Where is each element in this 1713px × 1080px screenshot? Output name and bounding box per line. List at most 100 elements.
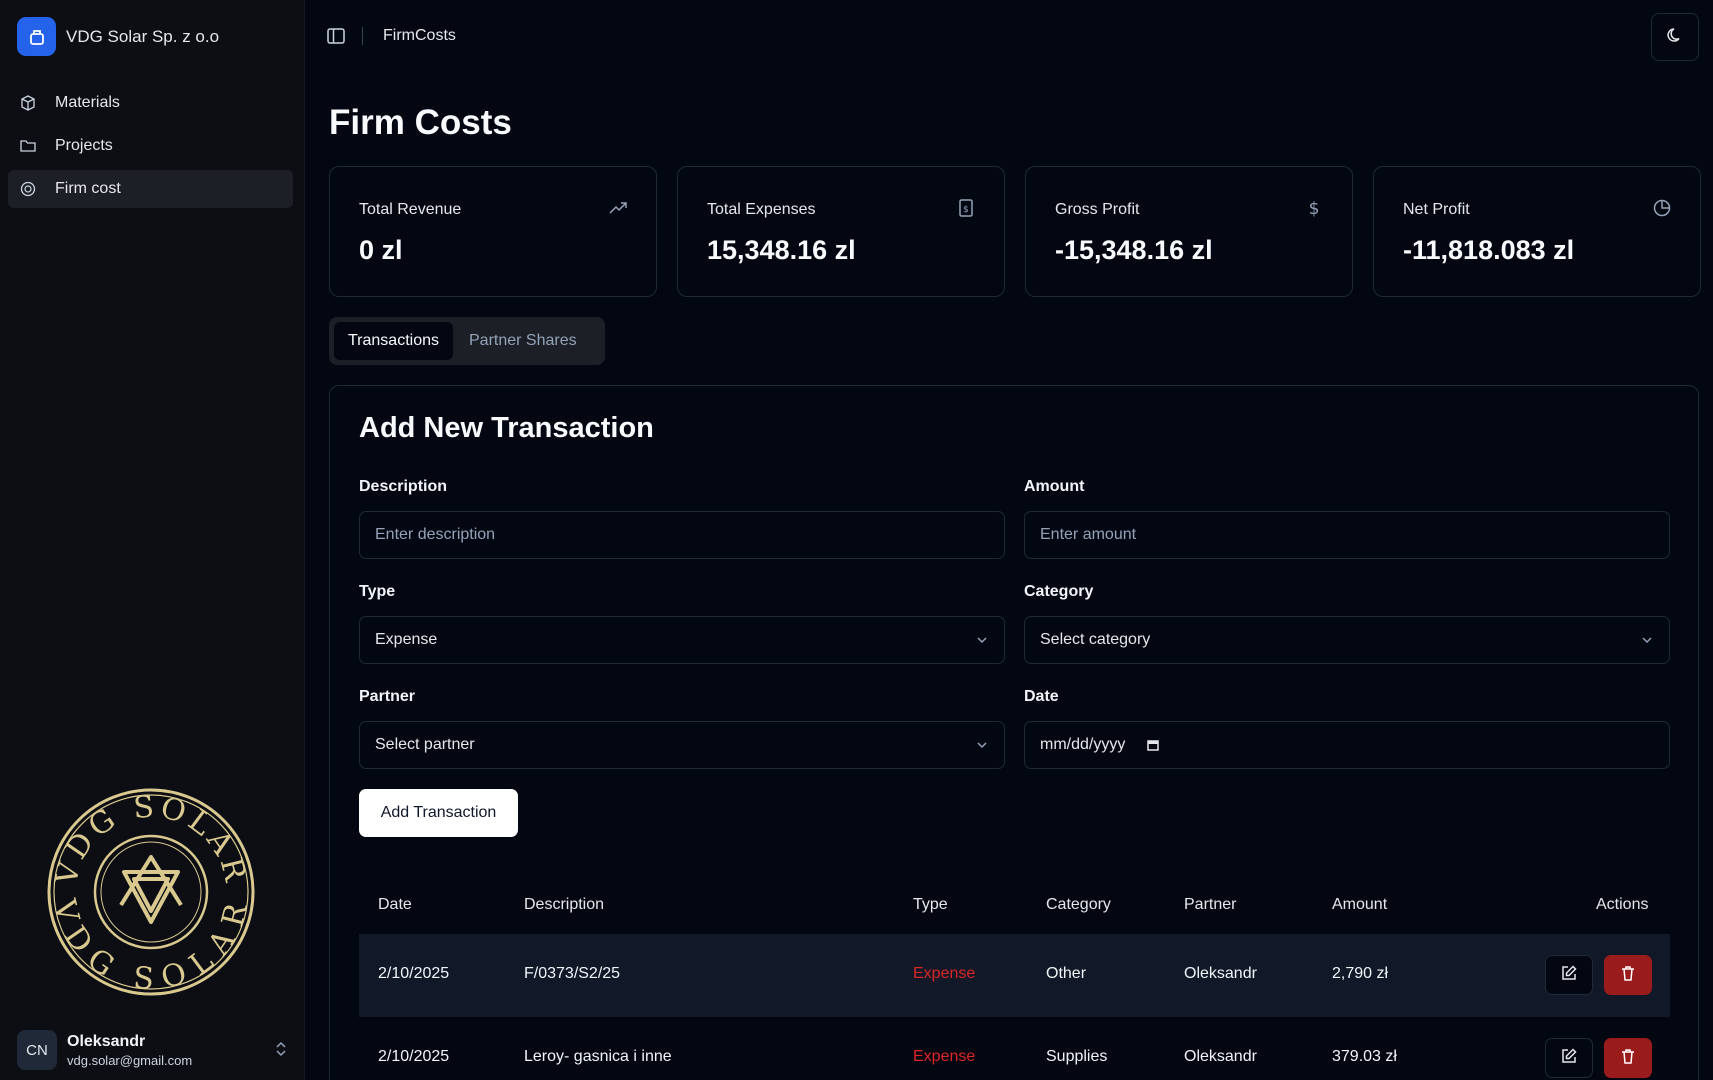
cell-description: Leroy- gasnica i inne [524, 1048, 672, 1065]
chevron-down-icon [975, 738, 989, 752]
description-label: Description [359, 478, 448, 495]
brand[interactable]: VDG Solar Sp. z o.o [17, 17, 219, 56]
sidebar: VDG Solar Sp. z o.o Materials Projects F… [0, 0, 305, 1080]
cell-description: F/0373/S2/25 [524, 965, 621, 982]
delete-button[interactable] [1604, 955, 1652, 995]
date-input[interactable]: mm/dd/yyyy [1024, 721, 1670, 769]
stat-cards: Total Revenue 0 zl Total Expenses 15,348… [329, 166, 1701, 297]
sidebar-item-firm-cost[interactable]: Firm cost [8, 170, 293, 208]
type-select-value: Expense [375, 631, 438, 648]
sidebar-item-label: Firm cost [55, 180, 121, 197]
receipt-icon: $ [956, 198, 976, 218]
page-title: Firm Costs [329, 103, 512, 142]
description-input[interactable]: Enter description [359, 511, 1005, 559]
topbar-divider [362, 27, 363, 45]
delete-button[interactable] [1604, 1038, 1652, 1078]
column-header-partner: Partner [1184, 896, 1237, 913]
transactions-table: Date Description Type Category Partner A… [359, 874, 1670, 1080]
coin-icon [19, 180, 37, 198]
cell-date: 2/10/2025 [378, 1048, 450, 1065]
card-label: Gross Profit [1055, 201, 1140, 218]
partner-label: Partner [359, 688, 416, 705]
cell-type: Expense [913, 965, 976, 982]
amount-input[interactable]: Enter amount [1024, 511, 1670, 559]
trash-icon [1619, 964, 1637, 986]
sidebar-item-materials[interactable]: Materials [8, 84, 293, 122]
svg-text:$: $ [963, 205, 969, 215]
folder-icon [19, 137, 37, 155]
amount-label: Amount [1024, 478, 1085, 495]
card-value: -15,348.16 zl [1055, 235, 1213, 265]
column-header-description: Description [524, 896, 605, 913]
sidebar-item-projects[interactable]: Projects [8, 127, 293, 165]
chevron-down-icon [975, 633, 989, 647]
edit-icon [1560, 1047, 1578, 1069]
date-label: Date [1024, 688, 1059, 705]
cell-category: Supplies [1046, 1048, 1108, 1065]
table-row[interactable]: 2/10/2025 F/0373/S2/25 Expense Other Ole… [359, 934, 1670, 1017]
column-header-amount: Amount [1332, 896, 1388, 913]
cell-amount: 379.03 zł [1332, 1048, 1397, 1065]
category-label: Category [1024, 583, 1094, 600]
tab-partner-shares[interactable]: Partner Shares [455, 322, 591, 360]
edit-button[interactable] [1545, 1038, 1593, 1078]
total-expenses-card: Total Expenses 15,348.16 zl $ [677, 166, 1005, 297]
cell-partner: Oleksandr [1184, 965, 1257, 982]
card-label: Net Profit [1403, 201, 1470, 218]
user-email: vdg.solar@gmail.com [67, 1052, 193, 1068]
edit-icon [1560, 964, 1578, 986]
sidebar-item-label: Materials [55, 94, 120, 111]
brand-name: VDG Solar Sp. z o.o [66, 26, 220, 46]
column-header-actions: Actions [1596, 896, 1649, 913]
tabs: Transactions Partner Shares [329, 317, 605, 365]
category-select-value: Select category [1040, 631, 1151, 648]
panel-title: Add New Transaction [359, 412, 654, 444]
cell-partner: Oleksandr [1184, 1048, 1257, 1065]
cell-category: Other [1046, 965, 1087, 982]
sidebar-item-label: Projects [55, 137, 113, 154]
total-revenue-card: Total Revenue 0 zl [329, 166, 657, 297]
net-profit-card: Net Profit -11,818.083 zl [1373, 166, 1701, 297]
svg-text:VDG SOLAR: VDG SOLAR [49, 789, 254, 889]
type-select[interactable]: Expense [359, 616, 1005, 664]
trash-icon [1619, 1047, 1637, 1069]
category-select[interactable]: Select category [1024, 616, 1670, 664]
chevron-down-icon [1640, 633, 1654, 647]
table-row[interactable]: 2/10/2025 Leroy- gasnica i inne Expense … [359, 1017, 1670, 1080]
brand-logo-icon [17, 17, 56, 56]
tab-transactions[interactable]: Transactions [334, 322, 453, 360]
box-icon [19, 94, 37, 112]
column-header-date: Date [378, 896, 412, 913]
avatar: CN [17, 1030, 57, 1070]
type-label: Type [359, 583, 396, 600]
trending-up-icon [608, 198, 628, 218]
date-input-value: mm/dd/yyyy [1040, 736, 1126, 753]
card-label: Total Expenses [707, 201, 816, 218]
partner-select[interactable]: Select partner [359, 721, 1005, 769]
cell-type: Expense [913, 1048, 976, 1065]
card-value: -11,818.083 zl [1403, 235, 1575, 265]
dollar-icon: $ [1304, 198, 1324, 219]
card-value: 0 zl [359, 235, 403, 265]
sidebar-toggle-icon[interactable] [326, 26, 346, 46]
company-seal-logo: VDG SOLAR VDG SOLAR [46, 787, 256, 997]
pie-chart-icon [1652, 198, 1672, 218]
gross-profit-card: Gross Profit -15,348.16 zl $ [1025, 166, 1353, 297]
add-transaction-button[interactable]: Add Transaction [359, 789, 518, 837]
card-label: Total Revenue [359, 201, 462, 218]
chevrons-up-down-icon[interactable] [275, 1041, 287, 1060]
table-header: Date Description Type Category Partner A… [359, 874, 1670, 934]
column-header-category: Category [1046, 896, 1111, 913]
cell-amount: 2,790 zł [1332, 965, 1389, 982]
breadcrumb: FirmCosts [383, 27, 456, 44]
theme-toggle-button[interactable] [1651, 13, 1699, 61]
user-menu[interactable]: CN Oleksandr vdg.solar@gmail.com [17, 1030, 287, 1070]
svg-text:$: $ [1309, 199, 1320, 218]
calendar-icon[interactable] [1145, 737, 1161, 753]
card-value: 15,348.16 zl [707, 235, 856, 265]
column-header-type: Type [913, 896, 948, 913]
partner-select-value: Select partner [375, 736, 475, 753]
edit-button[interactable] [1545, 955, 1593, 995]
add-transaction-panel: Add New Transaction Description Enter de… [329, 385, 1699, 1080]
user-name: Oleksandr [67, 1032, 146, 1050]
